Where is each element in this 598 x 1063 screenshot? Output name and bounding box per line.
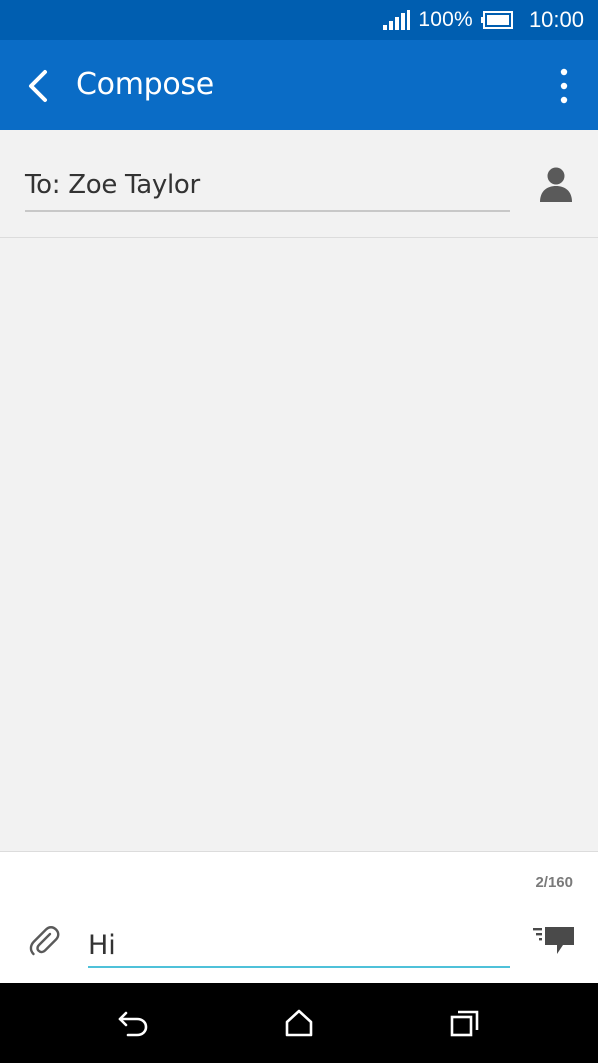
- nav-recents-button[interactable]: [445, 1003, 485, 1043]
- send-button[interactable]: [532, 924, 576, 958]
- nav-home-button[interactable]: [279, 1003, 319, 1043]
- char-counter: 2/160: [535, 874, 573, 891]
- message-thread: [0, 238, 598, 851]
- status-time: 10:00: [528, 7, 584, 32]
- signal-icon: [383, 10, 411, 30]
- paperclip-icon: [29, 926, 60, 956]
- recipient-area: To: Zoe Taylor: [0, 130, 598, 238]
- recent-apps-icon: [450, 1010, 479, 1037]
- back-arrow-icon: [118, 1011, 148, 1037]
- back-button[interactable]: [14, 62, 62, 110]
- status-indicators: 100% 10:00: [382, 0, 584, 40]
- more-vertical-icon: [560, 68, 568, 104]
- page-title: Compose: [76, 67, 214, 102]
- message-input[interactable]: [88, 924, 510, 968]
- nav-back-button[interactable]: [113, 1003, 153, 1043]
- battery-icon: [480, 11, 513, 29]
- person-icon: [540, 167, 572, 202]
- contact-picker-button[interactable]: [536, 162, 576, 206]
- overflow-menu-button[interactable]: [552, 64, 576, 108]
- send-message-icon: [533, 927, 574, 954]
- app-bar: Compose: [0, 40, 598, 130]
- chevron-left-icon: [29, 70, 47, 102]
- navigation-bar: [0, 983, 598, 1063]
- battery-percent: 100%: [418, 8, 473, 31]
- compose-bar: 2/160: [0, 851, 598, 983]
- recipient-field[interactable]: To: Zoe Taylor: [25, 160, 510, 212]
- attach-button[interactable]: [26, 922, 62, 958]
- home-icon: [285, 1009, 313, 1037]
- status-bar: 100% 10:00: [0, 0, 598, 40]
